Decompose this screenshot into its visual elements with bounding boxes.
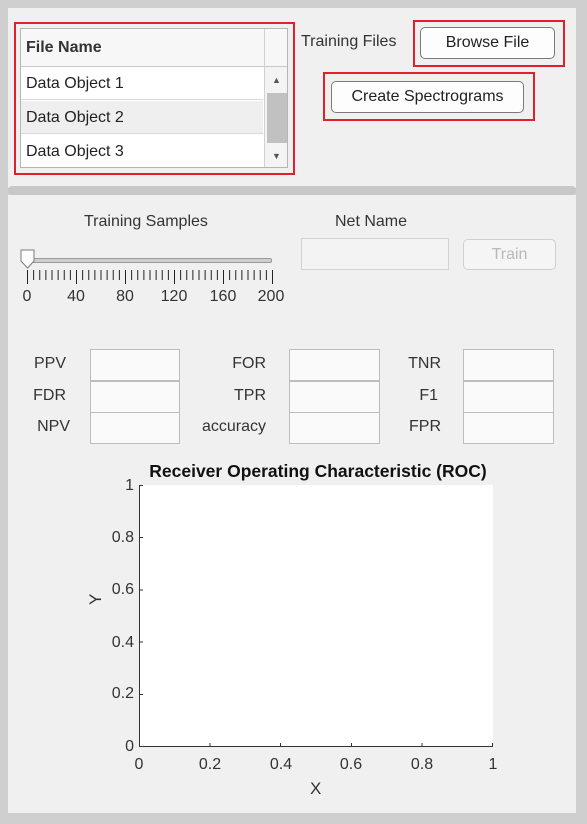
training-files-label: Training Files <box>301 33 397 50</box>
slider-tick-label: 200 <box>257 288 285 305</box>
npv-field[interactable] <box>90 412 180 444</box>
accuracy-label: accuracy <box>201 418 266 435</box>
file-table-highlight <box>14 22 295 175</box>
npv-label: NPV <box>37 418 70 435</box>
ppv-label: PPV <box>33 355 66 372</box>
training-samples-label: Training Samples <box>84 213 208 230</box>
x-tick-label: 0.2 <box>198 756 222 773</box>
fpr-label: FPR <box>409 418 441 435</box>
f1-label: F1 <box>419 387 438 404</box>
tnr-label: TNR <box>408 355 441 372</box>
tpr-label: TPR <box>234 387 266 404</box>
fdr-field[interactable] <box>90 381 180 413</box>
ppv-field[interactable] <box>90 349 180 381</box>
for-label: FOR <box>232 355 266 372</box>
slider-tick-label: 160 <box>209 288 237 305</box>
x-tick-label: 0.6 <box>339 756 363 773</box>
f1-field[interactable] <box>463 381 554 413</box>
net-name-label: Net Name <box>335 213 408 230</box>
for-field[interactable] <box>289 349 380 381</box>
panel-divider[interactable] <box>8 186 576 195</box>
y-tick-label: 0 <box>125 738 134 755</box>
roc-plot-title: Receiver Operating Characteristic (ROC) <box>149 461 487 481</box>
slider-tick-label: 40 <box>67 288 85 305</box>
x-tick-label: 0.4 <box>269 756 293 773</box>
tpr-field[interactable] <box>289 381 380 413</box>
slider-tick-label: 0 <box>22 288 32 305</box>
slider-tick-label: 80 <box>116 288 134 305</box>
create-spectrograms-highlight <box>323 72 535 121</box>
tnr-field[interactable] <box>463 349 554 381</box>
x-tick-label: 1 <box>488 756 498 773</box>
y-tick-label: 0.8 <box>111 529 134 546</box>
train-button[interactable]: Train <box>463 239 556 270</box>
fpr-field[interactable] <box>463 412 554 444</box>
x-tick-label: 0 <box>134 756 144 773</box>
slider-tick-label: 120 <box>160 288 188 305</box>
y-tick-label: 1 <box>125 477 134 494</box>
slider-ticks <box>27 270 273 284</box>
y-tick-label: 0.4 <box>111 634 134 651</box>
browse-file-highlight <box>413 20 565 67</box>
x-tick-label: 0.8 <box>410 756 434 773</box>
slider-thumb[interactable] <box>20 249 36 269</box>
fdr-label: FDR <box>33 387 66 404</box>
net-name-input[interactable] <box>301 238 449 270</box>
y-axis-label: Y <box>86 593 105 605</box>
accuracy-field[interactable] <box>289 412 380 444</box>
roc-axes[interactable] <box>139 485 493 747</box>
y-tick-label: 0.2 <box>111 685 134 702</box>
training-samples-slider[interactable] <box>27 258 272 263</box>
x-axis-label: X <box>310 779 322 798</box>
